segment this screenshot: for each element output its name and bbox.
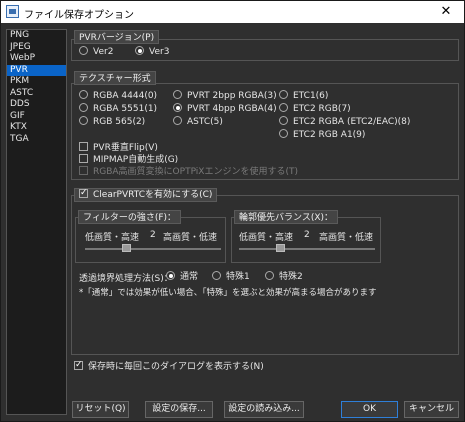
- texture-format-label: ASTC(5): [187, 117, 223, 127]
- format-item[interactable]: PKM: [7, 76, 66, 88]
- save-options-dialog: ファイル保存オプション ✕ PNG JPEG WebP PVR PKM ASTC DDS GI…: [0, 0, 465, 422]
- texture-format-label: PVRT 4bpp RGBA(4): [187, 104, 277, 114]
- format-item[interactable]: TGA: [7, 134, 66, 146]
- title-bar: ファイル保存オプション ✕: [1, 1, 464, 23]
- contour-balance-header: 輪郭優先バランス(X)：: [234, 210, 339, 224]
- contour-value: 2: [304, 230, 310, 240]
- reset-button[interactable]: リセット(Q): [72, 401, 129, 418]
- texture-format-radio[interactable]: ETC2 RGB A1(9): [279, 129, 365, 141]
- contour-slider-thumb[interactable]: [275, 244, 285, 252]
- radio-dot-icon: [79, 116, 88, 125]
- radio-dot-icon: [79, 103, 88, 112]
- ver3-radio[interactable]: Ver3: [135, 46, 169, 58]
- mipmap-auto-checkbox[interactable]: MIPMAP自動生成(G): [79, 154, 178, 166]
- transparency-normal-radio[interactable]: 通常: [166, 271, 198, 283]
- transparency-special1-radio[interactable]: 特殊1: [212, 271, 250, 283]
- ok-button[interactable]: OK: [341, 401, 398, 418]
- save-settings-button[interactable]: 設定の保存...: [145, 401, 213, 418]
- texture-format-label: PVRT 2bpp RGBA(3): [187, 91, 277, 101]
- format-item[interactable]: ASTC: [7, 88, 66, 100]
- format-item[interactable]: PVR: [7, 64, 66, 76]
- close-icon[interactable]: ✕: [428, 1, 464, 23]
- radio-dot-icon: [279, 103, 288, 112]
- format-item[interactable]: PNG: [7, 30, 66, 42]
- texture-format-label: RGBA 5551(1): [93, 104, 158, 114]
- filter-high-label: 高画質・低速: [163, 233, 218, 243]
- format-item[interactable]: GIF: [7, 111, 66, 123]
- texture-format-label: ETC1(6): [293, 91, 329, 101]
- radio-dot-icon: [79, 90, 88, 99]
- texture-format-radio[interactable]: RGB 565(2): [79, 116, 145, 128]
- texture-format-radio[interactable]: RGBA 4444(0): [79, 90, 157, 102]
- texture-format-header: テクスチャー形式: [74, 71, 156, 85]
- transparency-note: *「通常」では効果が低い場合、「特殊」を選ぶと効果が高まる場合があります: [79, 288, 377, 298]
- app-icon: [6, 5, 19, 18]
- texture-format-label: RGBA 4444(0): [93, 91, 158, 101]
- texture-format-radio[interactable]: ASTC(5): [173, 116, 223, 128]
- contour-slider-track[interactable]: [239, 248, 375, 250]
- transparency-special2-radio[interactable]: 特殊2: [265, 271, 303, 283]
- radio-dot-icon: [173, 116, 182, 125]
- format-item[interactable]: KTX: [7, 122, 66, 134]
- clear-pvrtc-checkbox[interactable]: ClearPVRTCを有効にする(C): [74, 187, 218, 202]
- filter-value: 2: [150, 230, 156, 240]
- radio-dot-icon: [279, 90, 288, 99]
- texture-format-radio[interactable]: ETC2 RGBA (ETC2/EAC)(8): [279, 116, 410, 128]
- radio-dot-icon: [279, 116, 288, 125]
- filter-slider-thumb[interactable]: [121, 244, 131, 252]
- format-item[interactable]: DDS: [7, 99, 66, 111]
- cancel-button[interactable]: キャンセル: [404, 401, 459, 418]
- ver2-radio[interactable]: Ver2: [79, 46, 113, 58]
- texture-format-radio[interactable]: PVRT 4bpp RGBA(4): [173, 103, 277, 115]
- texture-format-radio[interactable]: RGBA 5551(1): [79, 103, 157, 115]
- texture-format-label: ETC2 RGB(7): [293, 104, 351, 114]
- load-settings-button[interactable]: 設定の読み込み...: [224, 401, 304, 418]
- radio-dot-icon: [173, 103, 182, 112]
- texture-format-radio[interactable]: ETC1(6): [279, 90, 328, 102]
- pvr-version-header: PVRバージョン(P): [74, 30, 160, 44]
- texture-format-label: ETC2 RGB A1(9): [293, 130, 366, 140]
- contour-high-label: 高画質・低速: [319, 233, 374, 243]
- format-list[interactable]: PNG JPEG WebP PVR PKM ASTC DDS GIF KTX TGA: [6, 29, 67, 415]
- radio-dot-icon: [173, 90, 182, 99]
- contour-low-label: 低画質・高速: [239, 233, 294, 243]
- texture-format-label: RGB 565(2): [93, 117, 146, 127]
- transparency-label: 透過境界処理方法(S)：: [79, 274, 173, 284]
- filter-low-label: 低画質・高速: [85, 233, 140, 243]
- pvr-vertical-flip-checkbox[interactable]: PVR垂直Flip(V): [79, 142, 158, 154]
- window-title: ファイル保存オプション: [24, 10, 134, 21]
- filter-strength-header: フィルターの強さ(F)：: [78, 210, 182, 224]
- texture-format-radio[interactable]: PVRT 2bpp RGBA(3): [173, 90, 277, 102]
- optpix-engine-checkbox: RGBA高画質変換にOPTPiXエンジンを使用する(T): [79, 166, 298, 178]
- radio-dot-icon: [279, 129, 288, 138]
- show-dialog-checkbox[interactable]: 保存時に毎回このダイアログを表示する(N): [74, 359, 264, 373]
- format-item[interactable]: WebP: [7, 53, 66, 65]
- filter-slider-track[interactable]: [85, 248, 221, 250]
- texture-format-label: ETC2 RGBA (ETC2/EAC)(8): [293, 117, 411, 127]
- format-item[interactable]: JPEG: [7, 42, 66, 54]
- texture-format-radio[interactable]: ETC2 RGB(7): [279, 103, 351, 115]
